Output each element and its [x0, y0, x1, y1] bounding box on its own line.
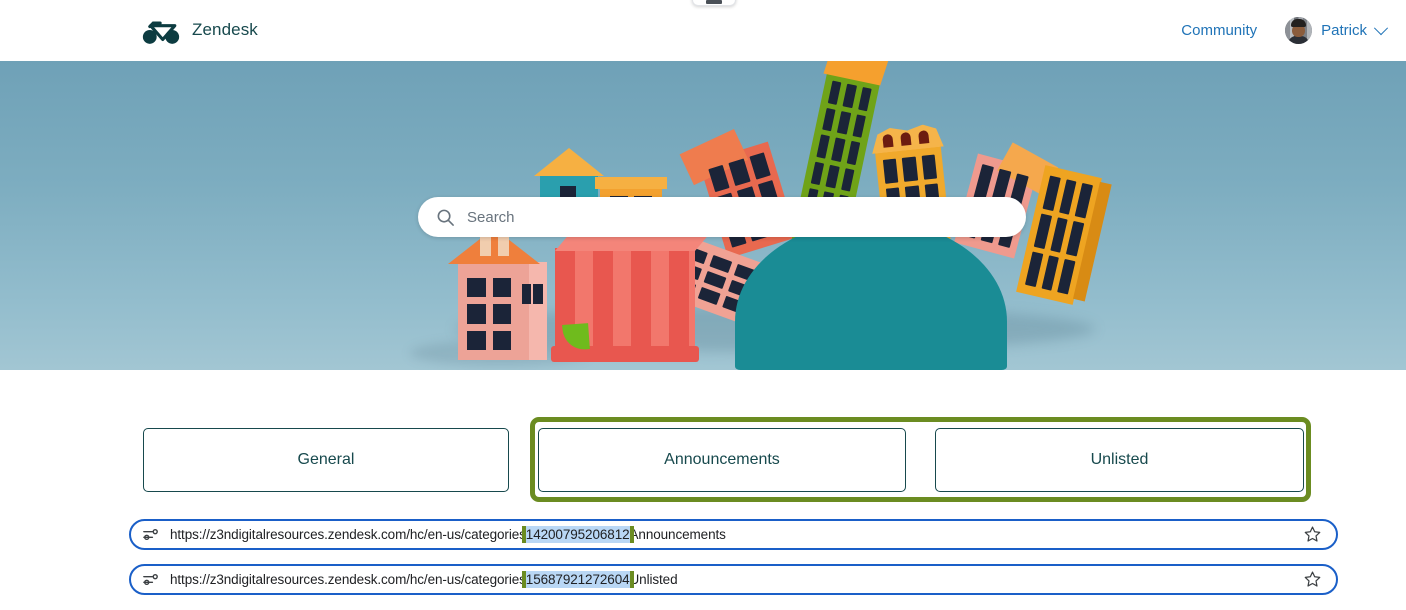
header-right: Community Patrick: [1181, 12, 1386, 49]
url-selected-id: 14200795206812: [526, 526, 630, 543]
site-settings-tune-icon[interactable]: [142, 526, 159, 543]
drag-handle-icon: [706, 0, 722, 4]
url-suffix: Unlisted: [630, 572, 678, 587]
url-suffix: Announcements: [630, 527, 726, 542]
url-prefix: https://z3ndigitalresources.zendesk.com/…: [170, 572, 526, 587]
zendesk-bike-logo: [142, 14, 180, 46]
brand[interactable]: Zendesk: [142, 14, 258, 46]
category-label: General: [298, 451, 355, 469]
site-settings-tune-icon[interactable]: [142, 571, 159, 588]
hero-search: [418, 197, 1026, 237]
avatar: [1285, 17, 1312, 44]
user-name: Patrick: [1321, 22, 1367, 39]
brand-name: Zendesk: [192, 20, 258, 40]
site-header: Zendesk Community Patrick: [0, 0, 1406, 61]
search-box[interactable]: [418, 197, 1026, 237]
search-input[interactable]: [465, 208, 1008, 227]
category-button-general[interactable]: General: [143, 428, 509, 492]
bookmark-star-icon[interactable]: [1303, 525, 1322, 544]
url-bar[interactable]: https://z3ndigitalresources.zendesk.com/…: [129, 564, 1338, 595]
user-menu[interactable]: Patrick: [1285, 17, 1386, 44]
url-selected-id: 15687921272604: [526, 571, 630, 588]
bookmark-star-icon[interactable]: [1303, 570, 1322, 589]
category-button-unlisted[interactable]: Unlisted: [935, 428, 1304, 492]
search-icon: [436, 208, 455, 227]
url-text: https://z3ndigitalresources.zendesk.com/…: [170, 571, 1303, 588]
category-button-announcements[interactable]: Announcements: [538, 428, 906, 492]
url-prefix: https://z3ndigitalresources.zendesk.com/…: [170, 527, 526, 542]
category-label: Announcements: [664, 451, 780, 469]
paper-house-pink: [458, 262, 530, 360]
top-floating-chip[interactable]: [692, 0, 736, 6]
category-label: Unlisted: [1091, 451, 1149, 469]
url-text: https://z3ndigitalresources.zendesk.com/…: [170, 526, 1303, 543]
community-link[interactable]: Community: [1181, 12, 1257, 49]
chevron-down-icon: [1374, 21, 1388, 35]
url-bar[interactable]: https://z3ndigitalresources.zendesk.com/…: [129, 519, 1338, 550]
